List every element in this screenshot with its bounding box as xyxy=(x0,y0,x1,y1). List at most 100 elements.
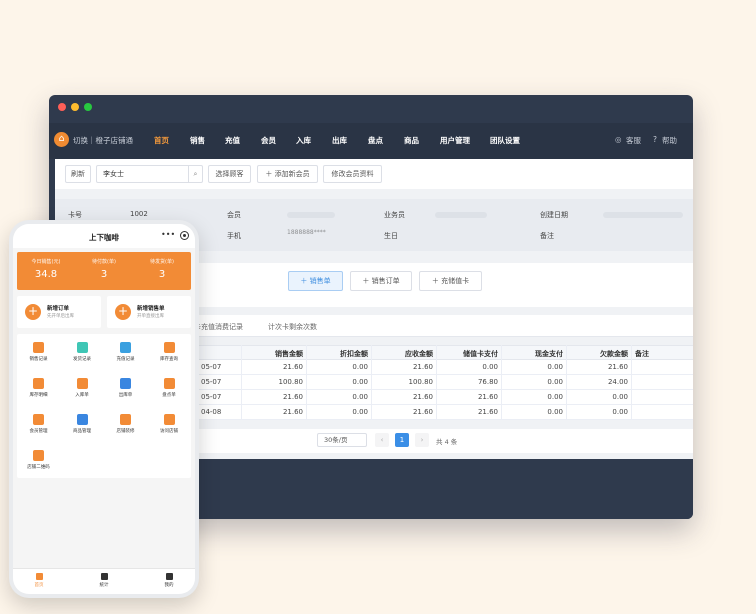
grid-item-sales-records[interactable]: 销售记录 xyxy=(17,342,60,362)
column-divider xyxy=(501,345,502,420)
salesperson-label: 业务员 xyxy=(384,211,405,219)
row-debt-amount: 24.00 xyxy=(607,378,628,386)
add-member-button[interactable]: ＋ 添加新会员 xyxy=(257,165,318,183)
sales-records-icon xyxy=(33,342,44,353)
member-name-redacted xyxy=(287,212,335,218)
row-cash-payment: 0.00 xyxy=(547,378,563,386)
row-card-payment: 21.60 xyxy=(477,393,498,401)
nav-item-sales[interactable]: 销售 xyxy=(190,135,205,146)
new-order-button[interactable]: + 新增订单 先开单后出库 xyxy=(17,296,101,328)
today-stats-card: 今日销售(元) 34.8 待付款(单) 3 待发货(单) 3 xyxy=(17,252,191,290)
edit-member-button[interactable]: 修改会员资料 xyxy=(323,165,382,183)
recharge-records-icon xyxy=(120,342,131,353)
recharge-card-button[interactable]: ＋ 充储值卡 xyxy=(419,271,482,291)
new-sale-order-quick-button[interactable]: + 新增销售单 开单直接出库 xyxy=(107,296,191,328)
prev-page-button[interactable]: ‹ xyxy=(375,433,389,447)
chart-icon xyxy=(100,573,108,580)
bottom-tabbar: 首页 统计 我的 xyxy=(13,568,195,594)
member-search-input[interactable]: 李女士 ⌕ xyxy=(96,165,203,183)
grid-item-stock-detail[interactable]: 库存明细 xyxy=(17,378,60,398)
grid-item-label: 盘点单 xyxy=(162,393,176,398)
card-number-value: 1002 xyxy=(130,210,148,218)
refresh-button[interactable]: 刷新 xyxy=(65,165,91,183)
nav-item-inventory[interactable]: 盘点 xyxy=(368,135,383,146)
nav-item-user-management[interactable]: 用户管理 xyxy=(440,135,470,146)
row-cash-payment: 0.00 xyxy=(547,393,563,401)
page-1-button[interactable]: 1 xyxy=(395,433,409,447)
headset-icon: ◎ xyxy=(615,135,622,144)
home-icon xyxy=(35,573,43,580)
grid-item-shipping-records[interactable]: 发货记录 xyxy=(61,342,104,362)
created-date-redacted xyxy=(603,212,683,218)
nav-item-stock-in[interactable]: 入库 xyxy=(296,135,311,146)
row-discount-amount: 0.00 xyxy=(352,378,368,386)
close-window-button[interactable] xyxy=(58,103,66,111)
grid-item-member-management[interactable]: 会员管理 xyxy=(17,414,60,434)
row-sales-amount: 100.80 xyxy=(278,378,304,386)
nav-item-stock-out[interactable]: 出库 xyxy=(332,135,347,146)
row-receivable-amount: 21.60 xyxy=(412,363,433,371)
nav-item-team-settings[interactable]: 团队设置 xyxy=(490,135,520,146)
grid-item-visit-shop[interactable]: 访问店铺 xyxy=(148,414,191,434)
col-cash-payment: 现金支付 xyxy=(535,350,563,358)
column-divider xyxy=(306,345,307,420)
grid-item-label: 库存明细 xyxy=(29,393,48,398)
grid-item-recharge-records[interactable]: 充值记录 xyxy=(104,342,147,362)
maximize-window-button[interactable] xyxy=(84,103,92,111)
row-debt-amount: 0.00 xyxy=(612,393,628,401)
nav-item-recharge[interactable]: 充值 xyxy=(225,135,240,146)
brand-logo-icon: ⌂ xyxy=(54,132,69,147)
close-mini-app-icon[interactable] xyxy=(180,231,189,240)
nav-item-products[interactable]: 商品 xyxy=(404,135,419,146)
row-discount-amount: 0.00 xyxy=(352,363,368,371)
next-page-button[interactable]: › xyxy=(415,433,429,447)
new-sale-button[interactable]: ＋ 销售单 xyxy=(288,271,343,291)
phone-mockup: 上下咖啡 ••• 今日销售(元) 34.8 待付款(单) 3 待发货(单) 3 … xyxy=(9,220,199,598)
tab-home[interactable]: 首页 xyxy=(19,573,59,588)
minimize-window-button[interactable] xyxy=(71,103,79,111)
member-label: 会员 xyxy=(227,211,241,219)
row-debt-amount: 0.00 xyxy=(612,408,628,416)
member-toolbar: 刷新 李女士 ⌕ 选择顾客 ＋ 添加新会员 修改会员资料 xyxy=(55,159,693,189)
grid-item-product-management[interactable]: 商品管理 xyxy=(61,414,104,434)
top-nav: ⌂ 切换｜橙子店铺通 首页 销售 充值 会员 入库 出库 盘点 商品 用户管理 … xyxy=(49,123,693,159)
column-divider xyxy=(566,345,567,420)
stat-pending-payment[interactable]: 待付款(单) 3 xyxy=(75,258,133,280)
nav-item-members[interactable]: 会员 xyxy=(261,135,276,146)
stat-pending-shipment[interactable]: 待发货(单) 3 xyxy=(133,258,191,280)
row-cash-payment: 0.00 xyxy=(547,363,563,371)
new-sale-order-button[interactable]: ＋ 销售订单 xyxy=(350,271,412,291)
tab-remaining-counts[interactable]: 计次卡剩余次数 xyxy=(268,322,317,332)
grid-item-shop-qrcode[interactable]: 店铺二维码 xyxy=(17,450,60,470)
stat-value: 3 xyxy=(100,269,108,280)
stat-value: 3 xyxy=(158,269,166,280)
search-icon[interactable]: ⌕ xyxy=(188,166,202,182)
help-icon: ? xyxy=(653,135,657,144)
tab-mine[interactable]: 我的 xyxy=(149,573,189,588)
choose-customer-button[interactable]: 选择顾客 xyxy=(208,165,251,183)
row-cash-payment: 0.00 xyxy=(547,408,563,416)
function-grid: 销售记录 发货记录 充值记录 库存查询库存明细 入库单 出库单 盘点单会员管理 商品管理 店铺装… xyxy=(17,334,191,478)
col-card-payment: 储值卡支付 xyxy=(463,350,498,358)
grid-item-shop-decoration[interactable]: 店铺装修 xyxy=(104,414,147,434)
grid-item-stock-query[interactable]: 库存查询 xyxy=(148,342,191,362)
quick-action-subtitle: 开单直接出库 xyxy=(137,314,164,319)
stat-today-sales[interactable]: 今日销售(元) 34.8 xyxy=(17,258,75,280)
more-icon[interactable]: ••• xyxy=(161,230,175,239)
row-discount-amount: 0.00 xyxy=(352,393,368,401)
grid-item-label: 店铺二维码 xyxy=(27,465,50,470)
help-link[interactable]: 帮助 xyxy=(662,135,677,146)
tab-label: 统计 xyxy=(99,583,109,588)
grid-item-stock-out-order[interactable]: 出库单 xyxy=(104,378,147,398)
column-divider xyxy=(436,345,437,420)
nav-item-home[interactable]: 首页 xyxy=(154,135,169,146)
tab-stats[interactable]: 统计 xyxy=(84,573,124,588)
store-switch[interactable]: 切换｜橙子店铺通 xyxy=(73,135,133,146)
page-size-select[interactable]: 30条/页 xyxy=(317,433,367,447)
customer-service-link[interactable]: 客服 xyxy=(626,135,641,146)
grid-item-stock-in-order[interactable]: 入库单 xyxy=(61,378,104,398)
stock-query-icon xyxy=(163,342,175,353)
grid-item-label: 入库单 xyxy=(75,393,89,398)
grid-item-inventory-order[interactable]: 盘点单 xyxy=(148,378,191,398)
column-divider xyxy=(631,345,632,420)
